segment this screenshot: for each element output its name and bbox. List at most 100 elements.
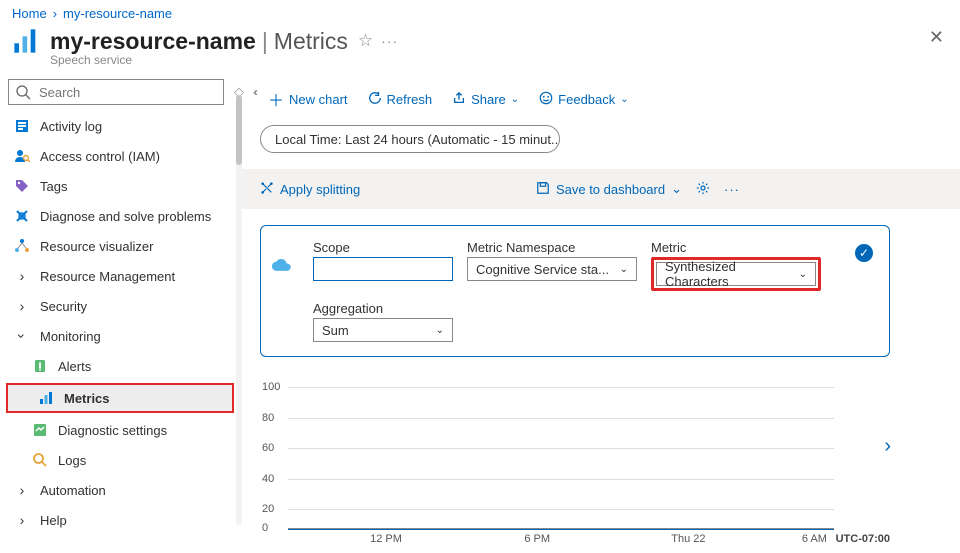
share-icon — [452, 91, 466, 108]
sidebar-item-alerts[interactable]: Alerts — [0, 351, 242, 381]
metrics-chart: ‹ › 100 80 60 40 20 0 12 PM 6 PM Thu 22 … — [260, 375, 890, 545]
sidebar-item-label: Activity log — [40, 119, 102, 134]
chevron-down-icon: ⌄ — [620, 94, 628, 105]
gridline — [288, 418, 834, 419]
x-axis — [288, 528, 834, 529]
metric-picker-panel: ✓ Scope Metric Namespace — [260, 225, 890, 357]
x-tick: 6 PM — [524, 533, 550, 545]
chart-scroll-right[interactable]: › — [884, 435, 891, 458]
sidebar-group-label: Automation — [40, 483, 106, 498]
sidebar-group-automation[interactable]: › Automation — [0, 475, 242, 505]
chevron-down-icon: ⌄ — [511, 94, 519, 105]
sidebar-group-security[interactable]: › Security — [0, 291, 242, 321]
y-tick: 80 — [262, 412, 274, 424]
time-range-label: Local Time: Last 24 hours (Automatic - 1… — [275, 132, 560, 147]
scope-control: Scope — [313, 240, 453, 291]
sidebar-item-label: Tags — [40, 179, 67, 194]
chevron-down-icon: ⌄ — [671, 181, 682, 197]
sidebar: ◇ ‹‹ Activity log Access control (IAM) T… — [0, 77, 242, 552]
namespace-control: Metric Namespace Cognitive Service sta..… — [467, 240, 637, 291]
gridline — [288, 479, 834, 480]
close-icon[interactable]: ✕ — [929, 27, 944, 48]
diagnose-icon — [14, 208, 30, 224]
breadcrumb-home[interactable]: Home — [12, 6, 47, 21]
alerts-icon — [32, 358, 48, 374]
sidebar-item-metrics[interactable]: Metrics — [6, 383, 234, 413]
gridline — [288, 448, 834, 449]
chevron-right-icon: › — [14, 512, 30, 528]
sidebar-item-label: Access control (IAM) — [40, 149, 160, 164]
apply-splitting-button[interactable]: Apply splitting — [260, 181, 360, 198]
share-button[interactable]: Share ⌄ — [444, 87, 527, 112]
diagnostic-settings-icon — [32, 422, 48, 438]
sidebar-item-diagnose[interactable]: Diagnose and solve problems — [0, 201, 242, 231]
sidebar-item-label: Diagnose and solve problems — [40, 209, 211, 224]
button-label: Save to dashboard — [556, 182, 665, 197]
favorite-star-icon[interactable]: ☆ — [358, 31, 373, 51]
save-to-dashboard-button[interactable]: Save to dashboard ⌄ — [536, 181, 682, 198]
chevron-down-icon: ⌄ — [436, 325, 444, 336]
sidebar-item-resource-visualizer[interactable]: Resource visualizer — [0, 231, 242, 261]
chart-config-bar: Apply splitting Save to dashboard ⌄ ··· — [242, 169, 960, 209]
chart-settings-button[interactable] — [696, 181, 710, 198]
sidebar-group-help[interactable]: › Help — [0, 505, 242, 535]
metric-highlight-box: Synthesized Characters ⌄ — [651, 257, 821, 291]
sidebar-group-label: Monitoring — [40, 329, 101, 344]
page-section: Metrics — [274, 28, 348, 55]
aggregation-control: Aggregation Sum ⌄ — [313, 301, 821, 342]
confirm-check-icon[interactable]: ✓ — [855, 244, 873, 262]
more-actions-icon[interactable]: ··· — [381, 33, 398, 49]
x-tick: 6 AM — [802, 533, 827, 545]
breadcrumb: Home › my-resource-name — [0, 0, 960, 23]
search-icon — [15, 84, 31, 100]
sidebar-item-activity-log[interactable]: Activity log — [0, 111, 242, 141]
search-input[interactable] — [37, 84, 217, 101]
metric-select[interactable]: Synthesized Characters ⌄ — [656, 262, 816, 286]
button-label: Feedback — [558, 92, 615, 107]
sidebar-item-label: Metrics — [64, 391, 110, 406]
chevron-right-icon: › — [14, 482, 30, 498]
sidebar-group-monitoring[interactable]: › Monitoring — [0, 321, 242, 351]
scope-label: Scope — [313, 240, 453, 255]
gear-icon — [696, 181, 710, 198]
y-tick: 100 — [262, 381, 280, 393]
chevron-down-icon: ⌄ — [799, 269, 807, 280]
namespace-select[interactable]: Cognitive Service sta... ⌄ — [467, 257, 637, 281]
timezone-label: UTC-07:00 — [836, 533, 890, 545]
sidebar-group-resource-management[interactable]: › Resource Management — [0, 261, 242, 291]
resource-type-label: Speech service — [0, 53, 960, 67]
sidebar-item-access-control[interactable]: Access control (IAM) — [0, 141, 242, 171]
page-title: my-resource-name — [50, 28, 256, 55]
x-tick: Thu 22 — [671, 533, 705, 545]
sidebar-item-label: Diagnostic settings — [58, 423, 167, 438]
split-icon — [260, 181, 274, 198]
metric-control: Metric Synthesized Characters ⌄ — [651, 240, 821, 291]
chevron-down-icon: ⌄ — [620, 264, 628, 275]
resource-icon — [12, 27, 40, 55]
sidebar-item-logs[interactable]: Logs — [0, 445, 242, 475]
main-content: ＋ New chart Refresh Share ⌄ Feedback ⌄ L… — [242, 77, 960, 552]
refresh-button[interactable]: Refresh — [360, 87, 441, 112]
time-range-picker[interactable]: Local Time: Last 24 hours (Automatic - 1… — [260, 125, 560, 153]
sidebar-item-diagnostic-settings[interactable]: Diagnostic settings — [0, 415, 242, 445]
new-chart-button[interactable]: ＋ New chart — [260, 83, 356, 115]
sidebar-group-label: Help — [40, 513, 67, 528]
y-tick: 20 — [262, 503, 274, 515]
gridline — [288, 387, 834, 388]
activity-log-icon — [14, 118, 30, 134]
sidebar-item-label: Resource visualizer — [40, 239, 153, 254]
more-options-button[interactable]: ··· — [724, 182, 740, 197]
sidebar-item-label: Logs — [58, 453, 86, 468]
button-label: Apply splitting — [280, 182, 360, 197]
logs-icon — [32, 452, 48, 468]
feedback-button[interactable]: Feedback ⌄ — [531, 87, 636, 112]
gridline — [288, 509, 834, 510]
sidebar-item-tags[interactable]: Tags — [0, 171, 242, 201]
breadcrumb-resource[interactable]: my-resource-name — [63, 6, 172, 21]
sidebar-search[interactable] — [8, 79, 224, 105]
scope-select[interactable] — [313, 257, 453, 281]
sidebar-group-label: Resource Management — [40, 269, 175, 284]
metrics-toolbar: ＋ New chart Refresh Share ⌄ Feedback ⌄ — [242, 77, 960, 125]
aggregation-select[interactable]: Sum ⌄ — [313, 318, 453, 342]
namespace-label: Metric Namespace — [467, 240, 637, 255]
